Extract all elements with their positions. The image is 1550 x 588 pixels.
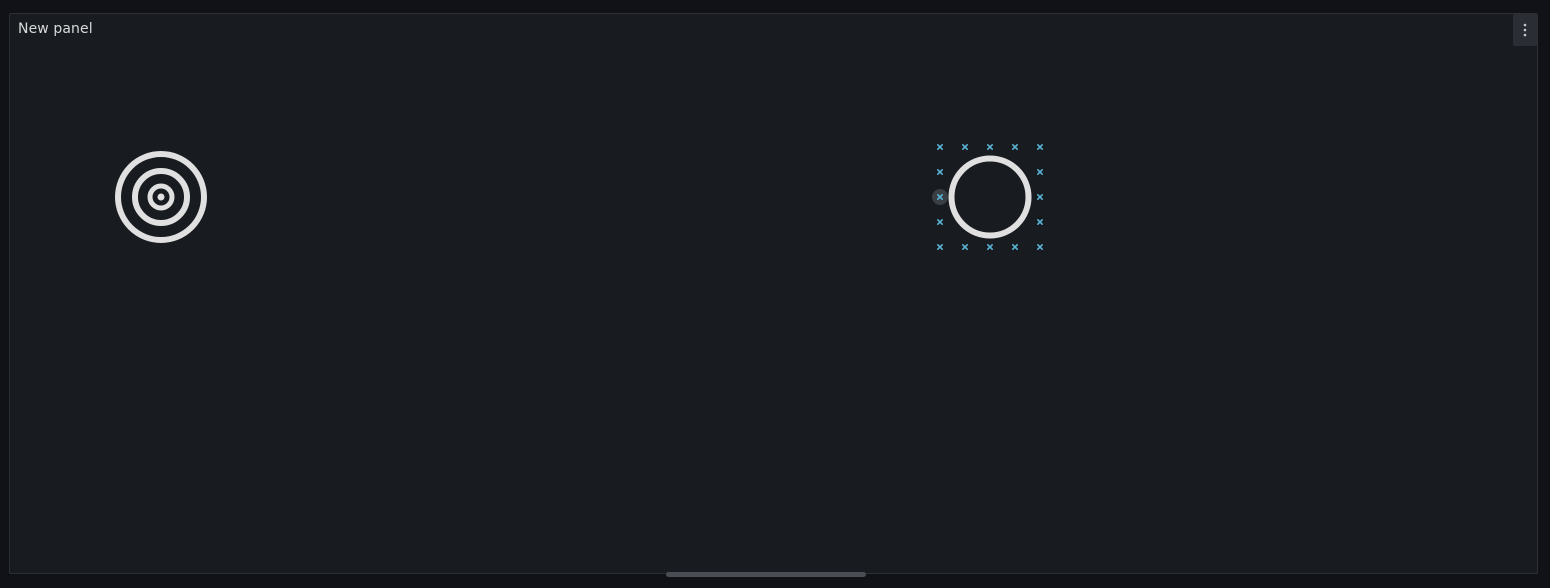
kebab-vertical-icon <box>1523 23 1527 37</box>
resize-handle[interactable] <box>1037 219 1043 225</box>
selected-circle[interactable] <box>948 155 1032 239</box>
panel-title: New panel <box>18 21 93 37</box>
resize-handle[interactable] <box>1011 244 1019 250</box>
resize-handle[interactable] <box>1037 144 1043 150</box>
resize-handle[interactable] <box>936 219 944 225</box>
resize-handle[interactable] <box>1037 194 1043 200</box>
horizontal-scrollbar[interactable] <box>666 572 866 577</box>
resize-handle[interactable] <box>936 169 944 175</box>
resize-handle[interactable] <box>986 144 994 150</box>
resize-handle[interactable] <box>936 144 944 150</box>
resize-handle[interactable] <box>1037 169 1043 175</box>
target-icon[interactable] <box>115 151 207 243</box>
resize-handle[interactable] <box>961 144 969 150</box>
resize-handle[interactable] <box>986 244 994 250</box>
resize-handle[interactable] <box>936 244 944 250</box>
canvas-area <box>115 144 1043 250</box>
canvas-panel: New panel <box>9 13 1538 574</box>
resize-handle[interactable] <box>1037 244 1043 250</box>
resize-handle[interactable] <box>961 244 969 250</box>
panel-menu-button[interactable] <box>1513 14 1537 46</box>
resize-handle[interactable] <box>1011 144 1019 150</box>
